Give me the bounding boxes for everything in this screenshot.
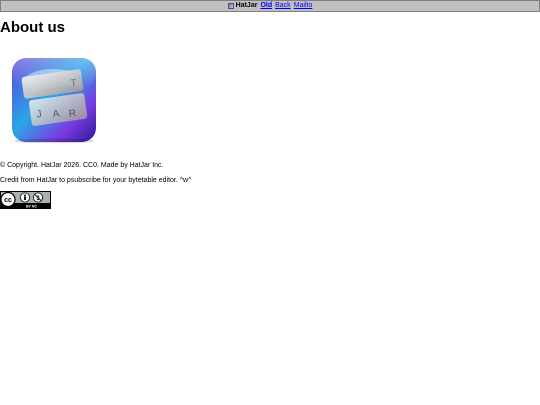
favicon-icon [227, 3, 234, 9]
hatjar-logo-image: T J A R [12, 58, 96, 143]
mailto-link[interactable]: Mailto [294, 1, 313, 11]
copyright-text: © Copyright. HatJar 2026. CC0. Made by H… [0, 162, 164, 169]
logo-letter: R [68, 108, 77, 120]
brand: HatJar [227, 1, 258, 11]
credit-text: Credit from HatJar to psubscribe for you… [0, 177, 192, 184]
svg-text:BY NC: BY NC [26, 205, 38, 209]
creative-commons-by-nc-icon[interactable]: cc $ BY NC [0, 191, 51, 209]
svg-text:cc: cc [4, 197, 12, 204]
brand-label: HatJar [235, 2, 258, 9]
top-navigation-bar: HatJar Old Back Mailto [0, 0, 540, 12]
back-link[interactable]: Back [275, 1, 291, 11]
old-link[interactable]: Old [260, 1, 272, 11]
page-title: About us [0, 19, 65, 36]
